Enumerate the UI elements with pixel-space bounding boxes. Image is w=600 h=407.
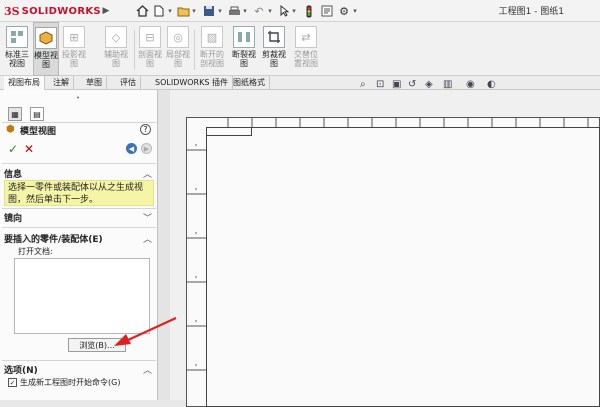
zone-marker: [195, 276, 197, 278]
sheet-zone-ticks: [186, 117, 589, 371]
zone-marker: [195, 364, 197, 366]
zone-marker: [195, 320, 197, 322]
zone-marker: [195, 188, 197, 190]
zone-marker: [195, 232, 197, 234]
zone-marker: [195, 144, 197, 146]
